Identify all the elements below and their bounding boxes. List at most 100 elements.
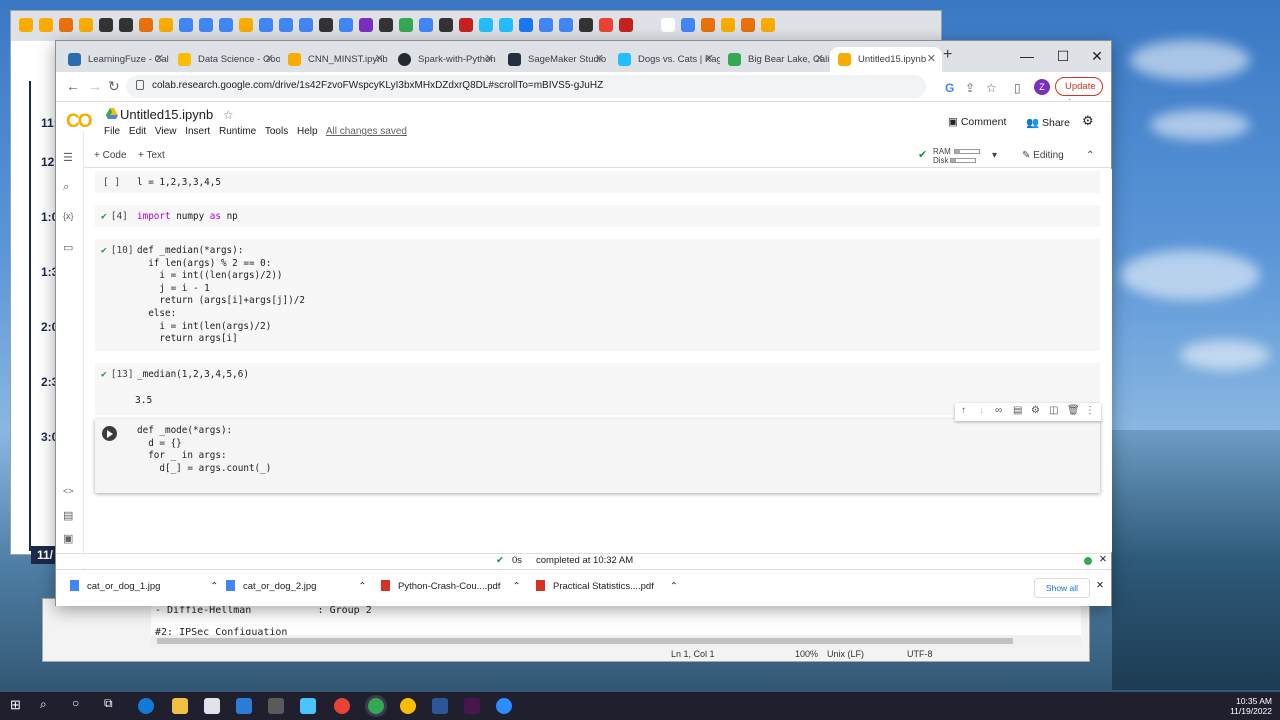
close-icon[interactable]: ✕ [1099,554,1107,565]
colab-logo[interactable]: CO [66,111,92,133]
new-tab-icon[interactable]: + [943,46,952,64]
tab-data-science[interactable]: Data Science - Goo ✕ [170,47,280,72]
close-icon[interactable]: ✕ [155,47,164,72]
tab-learningfuze[interactable]: LearningFuze - Cal ✕ [60,47,170,72]
chevron-down-icon[interactable]: ▾ [992,150,997,161]
comment-icon[interactable]: ▤ [1013,405,1022,416]
command-palette-icon[interactable]: ▤ [63,509,73,522]
app-icon[interactable] [268,698,284,714]
menu-file[interactable]: File [104,126,120,137]
app-icon[interactable] [300,698,316,714]
chrome-active-icon[interactable] [368,698,384,714]
run-cell-button[interactable] [102,426,117,441]
move-up-icon[interactable]: ↑ [961,405,966,416]
cell-code[interactable]: _median(1,2,3,4,5,6) [137,369,249,382]
cortana-icon[interactable]: ○ [72,696,88,712]
zoom-icon[interactable] [496,698,512,714]
mail-icon[interactable] [236,698,252,714]
close-icon[interactable]: ✕ [1096,580,1104,591]
tab-untitled15[interactable]: Untitled15.ipynb ✕ [830,47,942,72]
side-panel-icon[interactable]: ▯ [1014,81,1021,95]
code-cell[interactable]: ✔ [4] import numpy as np [95,205,1100,227]
edge-icon[interactable] [138,698,154,714]
folder-icon[interactable]: ▭ [63,241,73,254]
active-code-cell[interactable]: def _mode(*args): d = {} for _ in args: … [95,419,1100,493]
code-cell[interactable]: ✔ [10] def _median(*args): if len(args) %… [95,239,1100,351]
toc-icon[interactable]: ☰ [63,151,73,164]
add-text-button[interactable]: + Text [138,150,165,161]
maximize-icon[interactable]: ☐ [1046,41,1080,72]
menu-insert[interactable]: Insert [185,126,210,137]
menu-tools[interactable]: Tools [265,126,288,137]
cell-code[interactable]: def _median(*args): if len(args) % 2 == … [137,245,305,346]
menu-runtime[interactable]: Runtime [219,126,256,137]
download-item[interactable]: Python-Crash-Cou....pdf ⌃ [381,580,520,592]
minimize-icon[interactable]: — [1010,41,1044,72]
menu-help[interactable]: Help [297,126,318,137]
code-cell[interactable]: [ ] l = 1,2,3,3,4,5 [95,171,1100,193]
menu-view[interactable]: View [155,126,177,137]
task-view-icon[interactable]: ⧉ [104,696,120,712]
chevron-up-icon[interactable]: ⌃ [512,581,520,592]
terminal-icon[interactable]: ▣ [63,532,73,545]
cell-code[interactable]: l = 1,2,3,3,4,5 [137,177,221,190]
close-icon[interactable]: ✕ [375,47,384,72]
tab-cnn-minst[interactable]: CNN_MINST.ipynb ✕ [280,47,390,72]
close-icon[interactable]: ✕ [595,47,604,72]
star-icon[interactable]: ☆ [223,108,234,122]
search-icon[interactable]: ⌕ [63,181,69,194]
code-cell[interactable]: ✔ [13] _median(1,2,3,4,5,6) 3.5 [95,363,1100,415]
chevron-up-icon[interactable]: ⌃ [670,581,678,592]
menu-edit[interactable]: Edit [129,126,146,137]
share-button[interactable]: 👥 Share [1026,116,1070,129]
gear-icon[interactable]: ⚙ [1031,405,1040,416]
windows-start-icon[interactable]: ⊞ [10,697,26,713]
download-item[interactable]: cat_or_dog_2.jpg ⌃ [226,580,366,592]
browser-window[interactable]: LearningFuze - Cal ✕ Data Science - Goo ✕ … [55,40,1112,606]
close-icon[interactable]: ✕ [705,47,714,72]
download-item[interactable]: Practical Statistics....pdf ⌃ [536,580,678,592]
file-explorer-icon[interactable] [172,698,188,714]
close-icon[interactable]: ✕ [815,47,824,72]
chrome-icon[interactable] [400,698,416,714]
editing-mode-button[interactable]: ✎ Editing [1022,150,1064,161]
close-icon[interactable]: ✕ [485,47,494,72]
add-code-button[interactable]: + Code [94,150,127,161]
trash-icon[interactable]: 🗑 [1067,405,1080,416]
tab-spark-with-python[interactable]: Spark-with-Python ✕ [390,47,500,72]
tab-dogs-vs-cats[interactable]: Dogs vs. Cats | Kag ✕ [610,47,720,72]
mirror-icon[interactable]: ◫ [1049,405,1058,416]
code-snippets-icon[interactable]: <> [63,486,74,496]
url-omnibox[interactable]: colab.research.google.com/drive/1s42Fzvo… [126,75,926,98]
notebook-title[interactable]: Untitled15.ipynb ☆ [120,107,234,122]
more-icon[interactable]: ⋮ [1085,405,1095,416]
profile-avatar[interactable]: Z [1034,79,1050,95]
calculator-icon[interactable] [204,698,220,714]
move-down-icon[interactable]: ↓ [979,405,984,416]
reload-icon[interactable]: ↻ [108,78,120,95]
notepad-window[interactable]: - Diffie-Hellman : Group 2 #2: IPSec Con… [42,598,1090,662]
back-icon[interactable]: ← [66,78,80,94]
collapse-icon[interactable]: ⌃ [1086,150,1094,161]
download-item[interactable]: cat_or_dog_1.jpg ⌃ [70,580,218,592]
url-text[interactable]: colab.research.google.com/drive/1s42Fzvo… [152,80,603,91]
tab-sagemaker[interactable]: SageMaker Studio ✕ [500,47,610,72]
system-clock[interactable]: 10:35 AM 11/19/2022 [1230,696,1272,716]
save-status[interactable]: All changes saved [326,126,407,137]
slack-icon[interactable] [464,698,480,714]
tab-big-bear-lake[interactable]: Big Bear Lake, Cali ✕ [720,47,830,72]
chrome-icon[interactable] [334,698,350,714]
chevron-up-icon[interactable]: ⌃ [210,581,218,592]
google-icon[interactable]: G [945,81,954,95]
close-window-icon[interactable]: ✕ [1080,41,1114,72]
cell-code[interactable]: import numpy as np [137,211,238,224]
bookmark-star-icon[interactable]: ☆ [986,81,997,95]
close-icon[interactable]: ✕ [927,47,936,72]
chevron-up-icon[interactable]: ⌃ [358,581,366,592]
show-all-button[interactable]: Show all [1034,578,1090,598]
search-icon[interactable]: ⌕ [40,697,56,713]
variables-icon[interactable]: {x} [63,211,74,221]
forward-icon[interactable]: → [88,78,102,94]
link-icon[interactable]: ∞ [995,405,1002,416]
resource-meter[interactable]: RAM Disk [933,147,980,165]
